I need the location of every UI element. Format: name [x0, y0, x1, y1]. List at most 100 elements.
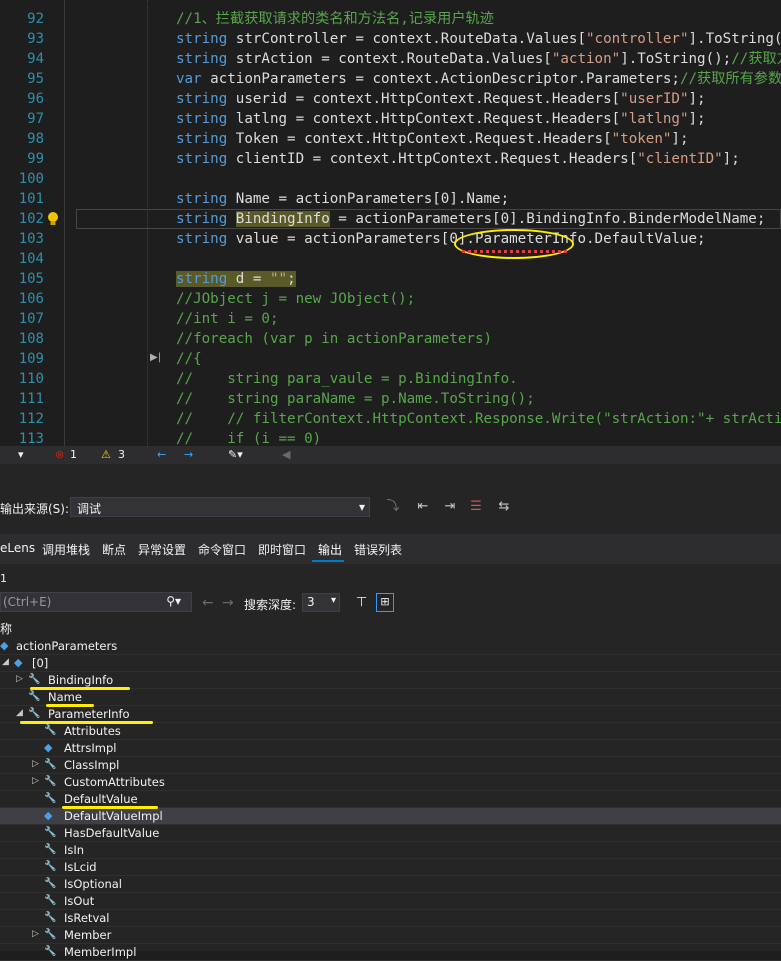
search-forward-icon[interactable]: → — [222, 595, 234, 611]
search-back-icon[interactable]: ← — [202, 595, 214, 611]
tab-output[interactable]: 输出 — [318, 541, 342, 558]
tree-row[interactable]: ▷🔧CustomAttributes — [0, 774, 781, 791]
prev-message-icon[interactable]: ⇤ — [415, 499, 431, 515]
search-input[interactable]: (Ctrl+E) ⚲▾ — [0, 592, 192, 612]
code-token: string — [176, 151, 227, 167]
code-line[interactable]: string Token = context.HttpContext.Reque… — [176, 129, 689, 149]
tab-codelens[interactable]: eLens — [0, 541, 35, 555]
code-token: //获取方法 — [731, 51, 781, 67]
tree-row[interactable]: ▷🔧ClassImpl — [0, 757, 781, 774]
nav-forward-icon[interactable]: → — [184, 448, 193, 461]
code-token: "action" — [552, 51, 620, 67]
tree-item-label: Attributes — [64, 724, 121, 738]
line-number: 103 — [0, 231, 44, 247]
code-line[interactable]: string d = ""; — [176, 269, 296, 289]
code-line[interactable]: string Name = actionParameters[0].Name; — [176, 189, 509, 209]
code-editor[interactable]: 92//1、拦截获取请求的类名和方法名,记录用户轨迹93string strCo… — [0, 0, 781, 446]
tree-row[interactable]: ◆AttrsImpl — [0, 740, 781, 757]
warning-icon[interactable]: ⚠ — [101, 448, 111, 461]
line-number: 93 — [0, 31, 44, 47]
code-line[interactable]: string strAction = context.RouteData.Val… — [176, 49, 781, 69]
word-wrap-icon[interactable]: ⇆ — [496, 499, 512, 515]
tree-item-label: IsOptional — [64, 877, 122, 891]
search-icon[interactable]: ⚲▾ — [166, 594, 181, 608]
code-token: string — [176, 191, 227, 207]
tree-item-label: IsLcid — [64, 860, 97, 874]
tool-window-tabs: eLens 调用堆栈 断点 异常设置 命令窗口 即时窗口 输出 错误列表 — [0, 534, 781, 564]
property-wrench-icon: 🔧 — [44, 725, 56, 737]
code-token: "controller" — [586, 31, 689, 47]
brush-icon[interactable]: ✎▾ — [228, 448, 243, 461]
code-line[interactable]: //JObject j = new JObject(); — [176, 289, 415, 309]
tree-row[interactable]: 🔧 Attributes — [0, 723, 781, 740]
nav-back-icon[interactable]: ← — [157, 448, 166, 461]
expand-arrow-icon[interactable]: ▷ — [16, 674, 26, 684]
code-line[interactable]: //int i = 0; — [176, 309, 279, 329]
tree-row[interactable]: 🔧HasDefaultValue — [0, 825, 781, 842]
code-line[interactable]: string clientID = context.HttpContext.Re… — [176, 149, 740, 169]
code-line[interactable]: string latlng = context.HttpContext.Requ… — [176, 109, 706, 129]
tree-row[interactable]: 🔧IsIn — [0, 842, 781, 859]
tree-row-root[interactable]: ◆ actionParameters — [0, 638, 781, 655]
dropdown-icon[interactable]: ▾ — [18, 448, 24, 461]
property-wrench-icon: 🔧 — [44, 929, 56, 941]
expand-arrow-icon[interactable]: ◢ — [2, 657, 12, 667]
scroll-left-icon[interactable]: ◀ — [282, 448, 290, 461]
goto-source-icon[interactable]: ⤵ — [385, 499, 401, 515]
view-toggle-icon[interactable]: ⊞ — [376, 593, 394, 612]
code-line[interactable]: //foreach (var p in actionParameters) — [176, 329, 492, 349]
code-token: d = — [227, 271, 270, 287]
tree-row[interactable]: 🔧IsRetval — [0, 910, 781, 927]
error-icon[interactable]: ⊗ — [55, 448, 64, 461]
code-line[interactable]: //1、拦截获取请求的类名和方法名,记录用户轨迹 — [176, 9, 494, 29]
tab-call-stack[interactable]: 调用堆栈 — [42, 541, 90, 558]
clear-all-icon[interactable]: ☰ — [468, 499, 484, 515]
search-depth-select[interactable]: 3 ▾ — [302, 593, 340, 612]
line-number: 111 — [0, 391, 44, 407]
tree-row[interactable]: 🔧MemberImpl — [0, 944, 781, 961]
code-line[interactable]: string userid = context.HttpContext.Requ… — [176, 89, 706, 109]
tree-row[interactable]: ◆DefaultValueImpl — [0, 808, 781, 825]
tab-breakpoints[interactable]: 断点 — [102, 541, 126, 558]
output-source-select[interactable]: 调试 ▾ — [70, 497, 370, 517]
expand-arrow-icon[interactable]: ▷ — [32, 759, 42, 769]
code-line[interactable]: string BindingInfo = actionParameters[0]… — [176, 209, 765, 229]
line-number: 96 — [0, 91, 44, 107]
tree-row[interactable]: 🔧Name — [0, 689, 781, 706]
expand-arrow-icon[interactable]: ▷ — [32, 929, 42, 939]
code-line[interactable]: // if (i == 0) — [176, 429, 321, 446]
code-line[interactable]: var actionParameters = context.ActionDes… — [176, 69, 781, 89]
code-token: string — [176, 91, 227, 107]
next-message-icon[interactable]: ⇥ — [442, 499, 458, 515]
collapse-icon[interactable]: ▶| — [150, 352, 161, 363]
tab-command-window[interactable]: 命令窗口 — [198, 541, 246, 558]
tree-row[interactable]: 🔧IsLcid — [0, 859, 781, 876]
annotation-underline — [46, 704, 94, 707]
tree-row[interactable]: ▷🔧Member — [0, 927, 781, 944]
code-line[interactable]: // string paraName = p.Name.ToString(); — [176, 389, 535, 409]
code-token: "latlng" — [620, 111, 688, 127]
error-count[interactable]: 1 — [70, 448, 77, 461]
code-line[interactable]: //{ — [176, 349, 202, 369]
tree-row[interactable]: 🔧IsOptional — [0, 876, 781, 893]
tree-item-label: IsOut — [64, 894, 94, 908]
line-number: 104 — [0, 251, 44, 267]
code-line[interactable]: // // filterContext.HttpContext.Response… — [176, 409, 781, 429]
code-line[interactable]: string value = actionParameters[0].Param… — [176, 229, 706, 249]
tab-immediate-window[interactable]: 即时窗口 — [258, 541, 306, 558]
expand-arrow-icon[interactable]: ◢ — [16, 708, 26, 718]
code-token: BindingInfo — [236, 211, 330, 227]
expand-arrow-icon[interactable]: ▷ — [32, 776, 42, 786]
code-token: string — [176, 31, 227, 47]
code-token: string — [176, 271, 227, 287]
tab-error-list[interactable]: 错误列表 — [354, 541, 402, 558]
code-line[interactable]: // string para_vaule = p.BindingInfo. — [176, 369, 518, 389]
code-line[interactable]: string strController = context.RouteData… — [176, 29, 781, 49]
pin-icon[interactable]: ⊤ — [356, 595, 367, 610]
warning-count[interactable]: 3 — [118, 448, 125, 461]
lightbulb-icon[interactable] — [46, 211, 60, 227]
tab-exception-settings[interactable]: 异常设置 — [138, 541, 186, 558]
tree-row-index[interactable]: ◢ ◆ [0] — [0, 655, 781, 672]
code-token: Name = actionParameters[0].Name; — [227, 191, 509, 207]
tree-row[interactable]: 🔧IsOut — [0, 893, 781, 910]
